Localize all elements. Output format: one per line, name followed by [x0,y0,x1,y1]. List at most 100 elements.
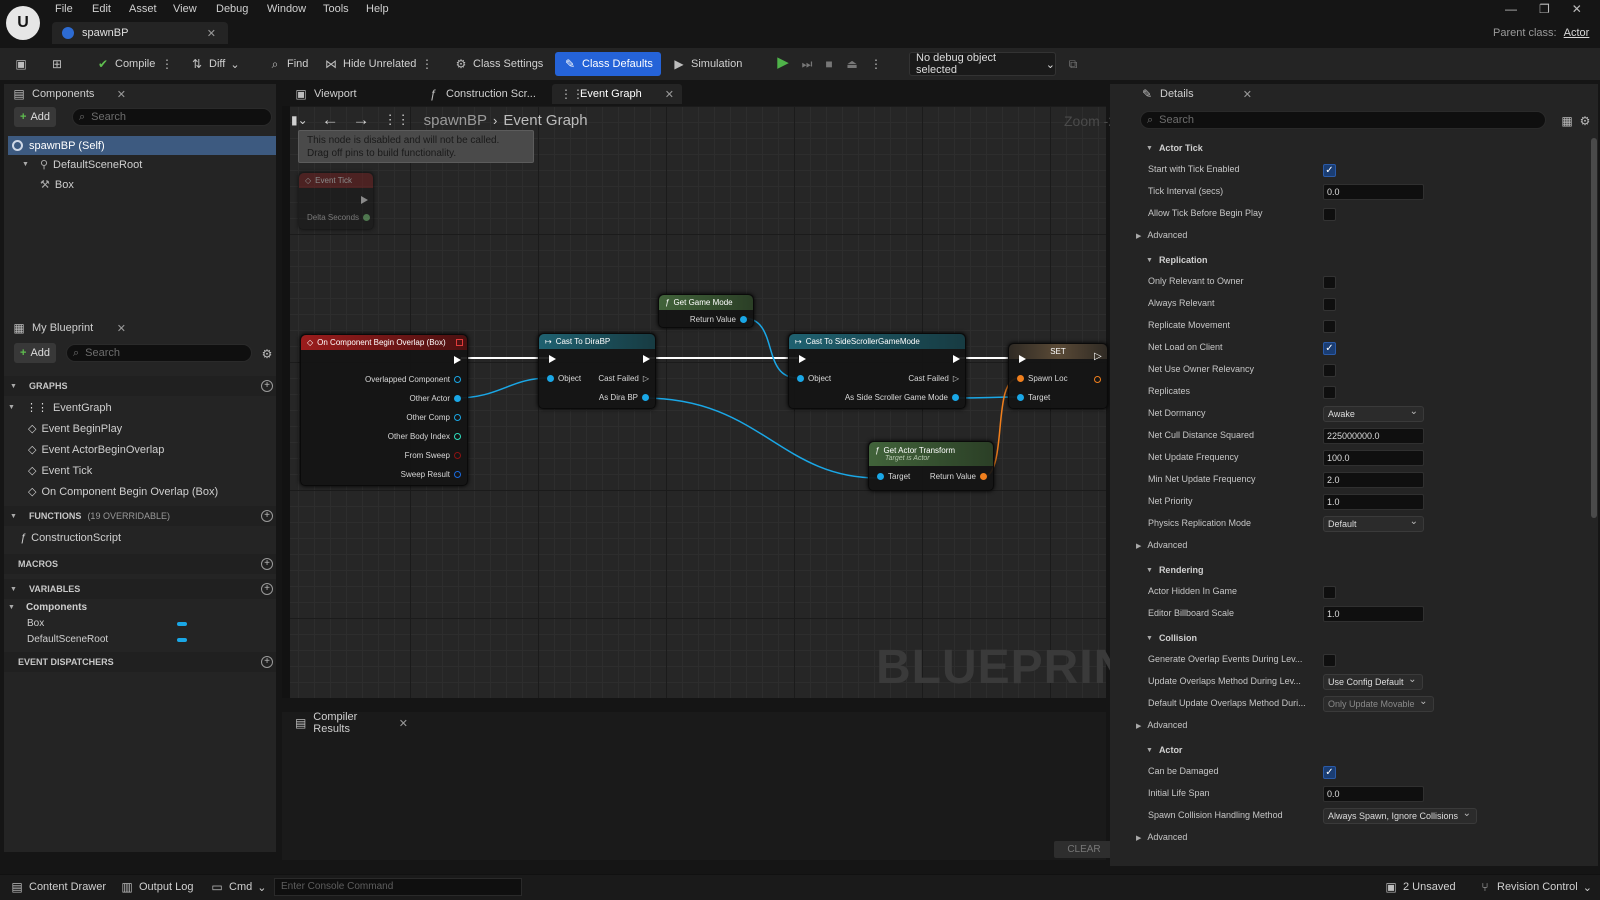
advanced-toggle[interactable]: ▶ Advanced [1136,832,1187,842]
unsaved-button[interactable]: ▣ 2 Unsaved [1380,875,1460,899]
always-relevant-checkbox[interactable] [1323,298,1336,311]
category-replication[interactable]: ▼ Replication [1132,250,1570,270]
node-header: ◇ Event Tick [299,173,373,188]
category-label: Actor Tick [1158,143,1203,153]
physics-replication-mode-select[interactable]: Default [1323,515,1424,532]
exec-in-pin[interactable] [1019,355,1026,363]
object-pin-dot [547,375,554,382]
expand-icon: ▼ [1146,144,1153,152]
net-priority-input[interactable]: 1.0 [1323,494,1424,510]
cmd-select[interactable]: ▭ Cmd ⌄ [206,875,270,899]
spawn-loc-pin[interactable]: Spawn Loc [1017,374,1068,383]
event-tick-node[interactable]: ◇ Event Tick Delta Seconds [298,172,374,230]
as-side-scroller-game-mode-pin[interactable]: As Side Scroller Game Mode [845,393,959,402]
object-pin-dot [454,376,461,383]
prop-label: Min Net Update Frequency [1148,474,1256,484]
as-dira-bp-pin[interactable]: As Dira BP [599,393,649,402]
output-log-button[interactable]: ▥ Output Log [116,875,197,899]
advanced-toggle[interactable]: ▶ Advanced [1136,720,1187,730]
prop-label: Only Relevant to Owner [1148,276,1244,286]
from-sweep-pin[interactable]: From Sweep [405,451,461,460]
spawn-loc-out-pin[interactable] [1094,376,1101,383]
exec-in-pin[interactable] [799,355,806,363]
overlapped-component-pin[interactable]: Overlapped Component [365,375,461,384]
category-rendering[interactable]: ▼ Rendering [1132,560,1570,580]
set-variable-node[interactable]: SET ▷ Spawn Loc Target [1008,343,1108,409]
console-command-input[interactable]: Enter Console Command [274,878,522,896]
content-drawer-button[interactable]: ▤ Content Drawer [6,875,110,899]
table-view-icon[interactable]: ▦ [1560,114,1574,128]
net-use-owner-relevancy-checkbox[interactable] [1323,364,1336,377]
net-load-on-client-checkbox[interactable]: ✓ [1323,342,1336,355]
exec-in-pin[interactable] [549,355,556,363]
details-scrollbar[interactable] [1591,138,1597,518]
close-icon[interactable]: ✕ [1243,88,1252,101]
exec-out-icon[interactable]: ▷ [1094,351,1102,362]
node-title: SET [1050,347,1066,356]
min-net-update-frequency-input[interactable]: 2.0 [1323,472,1424,488]
tick-interval-input[interactable]: 0.0 [1323,184,1424,200]
only-relevant-to-owner-checkbox[interactable] [1323,276,1336,289]
delegate-pin[interactable] [456,339,463,346]
allow-tick-before-begin-play-checkbox[interactable] [1323,208,1336,221]
spawn-collision-handling-select[interactable]: Always Spawn, Ignore Collisions [1323,807,1478,824]
start-tick-enabled-checkbox[interactable]: ✓ [1323,164,1336,177]
exec-out-pin[interactable] [643,355,650,363]
initial-life-span-input[interactable]: 0.0 [1323,786,1424,802]
cast-to-dirabp-node[interactable]: ↦ Cast To DiraBP Object Cast Failed ▷ As D… [538,333,656,409]
net-dormancy-select[interactable]: Awake [1323,405,1424,422]
prop-label: Net Update Frequency [1148,452,1239,462]
cast-failed-pin[interactable]: Cast Failed ▷ [908,374,959,383]
node-title: Cast To DiraBP [555,337,611,346]
editor-billboard-scale-input[interactable]: 1.0 [1323,606,1424,622]
on-component-begin-overlap-node[interactable]: ◇ On Component Begin Overlap (Box) Overla… [300,334,468,486]
cast-icon: ↦ [795,337,802,346]
compiler-results-tab[interactable]: ▤ Compiler Results ✕ [286,711,416,735]
prop-label: Start with Tick Enabled [1148,164,1240,174]
target-pin[interactable]: Target [1017,393,1050,402]
cast-to-sidescroller-gamemode-node[interactable]: ↦ Cast To SideScrollerGameMode Object Cas… [788,333,966,409]
exec-out-pin[interactable] [454,356,461,364]
advanced-toggle[interactable]: ▶ Advanced [1136,230,1187,240]
details-tab[interactable]: ✎ Details ✕ [1132,84,1260,104]
cast-failed-pin[interactable]: Cast Failed ▷ [598,374,649,383]
return-value-pin[interactable]: Return Value [690,315,747,324]
pin-label: Other Comp [406,413,450,422]
gear-icon[interactable]: ⚙ [1578,114,1592,128]
object-pin[interactable]: Object [547,374,581,383]
advanced-toggle[interactable]: ▶ Advanced [1136,540,1187,550]
can-be-damaged-checkbox[interactable]: ✓ [1323,766,1336,779]
struct-pin-dot [454,471,461,478]
replicates-checkbox[interactable] [1323,386,1336,399]
category-collision[interactable]: ▼ Collision [1132,628,1570,648]
sweep-result-pin[interactable]: Sweep Result [401,470,461,479]
other-actor-pin[interactable]: Other Actor [410,394,461,403]
details-title: Details [1160,88,1194,100]
pin-label: As Dira BP [598,393,638,402]
generate-overlap-events-checkbox[interactable] [1323,654,1336,667]
clear-button[interactable]: CLEAR [1054,841,1114,858]
net-cull-distance-input[interactable]: 225000000.0 [1323,428,1424,444]
other-comp-pin[interactable]: Other Comp [406,413,461,422]
category-actor-tick[interactable]: ▼ Actor Tick [1132,138,1570,158]
details-search-input[interactable]: ⌕ Search [1140,111,1546,129]
close-icon[interactable]: ✕ [399,717,408,730]
default-update-overlaps-method-select[interactable]: Only Update Movable [1323,695,1434,712]
object-pin[interactable]: Object [797,374,831,383]
exec-pin[interactable] [361,196,368,204]
return-value-pin[interactable]: Return Value [930,472,987,481]
target-pin[interactable]: Target [877,472,910,481]
category-actor[interactable]: ▼ Actor [1132,740,1570,760]
delta-seconds-pin[interactable]: Delta Seconds [307,213,371,222]
actor-hidden-in-game-checkbox[interactable] [1323,586,1336,599]
get-actor-transform-node[interactable]: ƒ Get Actor Transform Target is Actor Targ… [868,441,994,491]
revision-control-button[interactable]: ⑂ Revision Control ⌄ [1474,875,1596,899]
other-body-index-pin[interactable]: Other Body Index [388,432,461,441]
net-update-frequency-input[interactable]: 100.0 [1323,450,1424,466]
exec-out-pin[interactable] [953,355,960,363]
replicate-movement-checkbox[interactable] [1323,320,1336,333]
prop-label: Replicate Movement [1148,320,1231,330]
get-game-mode-node[interactable]: ƒ Get Game Mode Return Value [658,294,754,328]
prop-label: Initial Life Span [1148,788,1210,798]
update-overlaps-method-select[interactable]: Use Config Default [1323,673,1423,690]
